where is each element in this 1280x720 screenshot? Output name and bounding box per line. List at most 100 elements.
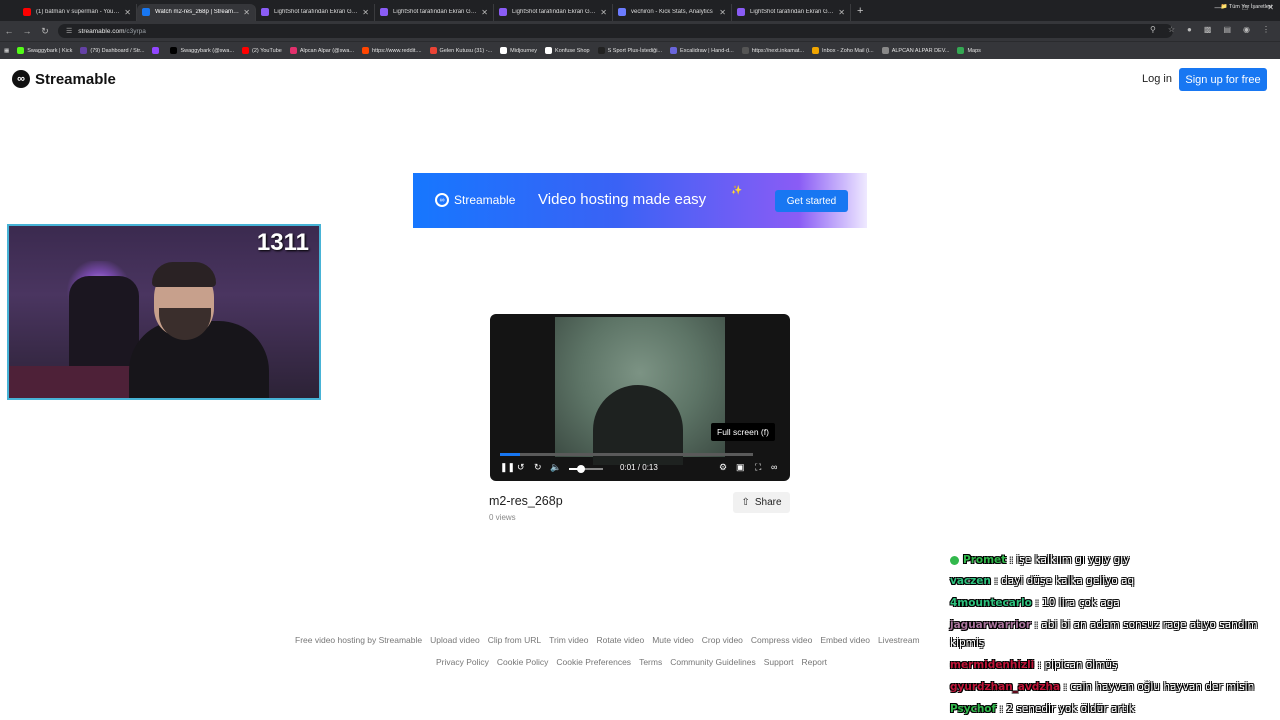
address-bar-actions: ⚲ ☆ ● ▩ ▤ ◉ ⋮ [1150, 25, 1270, 34]
tab-close-icon[interactable]: ✕ [481, 8, 488, 17]
browser-tab[interactable]: (1) batman v superman - YouTube ✕ [18, 3, 137, 21]
footer-link[interactable]: Terms [639, 657, 662, 667]
share-icon: ⇧ [741, 497, 750, 508]
pause-icon[interactable]: ❚❚ [500, 462, 515, 473]
browser-tab[interactable]: Watch m2-res_268p | Streamable ✕ [137, 3, 256, 21]
bookmark-item[interactable]: Alpcan Alpar (@swa... [289, 47, 354, 54]
bookmark-item[interactable] [152, 47, 162, 54]
get-started-button[interactable]: Get started [775, 190, 848, 212]
progress-bar[interactable] [500, 453, 753, 456]
footer-link[interactable]: Livestream [878, 635, 920, 645]
chat-text: : cain hayvan oğlu hayvan der misin [1063, 681, 1255, 693]
bookmark-star-icon[interactable]: ☆ [1168, 25, 1175, 34]
url-field[interactable]: ☰ streamable.com/c3yrpa [58, 24, 1173, 38]
browser-tab[interactable]: LightShot tarafından Ekran Görüntüsü ✕ [494, 3, 613, 21]
settings-icon[interactable]: ⚙ [719, 462, 727, 473]
bookmark-item[interactable]: S Sport Plus-İstediği... [597, 47, 662, 54]
footer-link[interactable]: Report [802, 657, 828, 667]
bookmark-label: Midjourney [510, 47, 538, 54]
footer-link[interactable]: Upload video [430, 635, 480, 645]
tab-close-icon[interactable]: ✕ [600, 8, 607, 17]
signup-button[interactable]: Sign up for free [1179, 68, 1267, 91]
tab-close-icon[interactable]: ✕ [719, 8, 726, 17]
profile-avatar-icon[interactable]: ◉ [1243, 25, 1250, 34]
apps-grid-icon[interactable]: ▦ [4, 48, 9, 54]
footer-link[interactable]: Cookie Preferences [556, 657, 631, 667]
new-tab-icon[interactable]: + [857, 5, 863, 17]
footer-link[interactable]: Rotate video [596, 635, 644, 645]
login-link[interactable]: Log in [1142, 73, 1172, 85]
bookmark-item[interactable]: Excalidraw | Hand-d... [670, 47, 734, 54]
video-frame[interactable] [555, 317, 725, 465]
footer-link[interactable]: Free video hosting by Streamable [295, 635, 422, 645]
extension-icon[interactable]: ● [1187, 25, 1192, 34]
footer-link[interactable]: Cookie Policy [497, 657, 549, 667]
tab-favicon-icon [618, 8, 626, 16]
bookmark-favicon-icon [881, 47, 889, 54]
footer-link[interactable]: Community Guidelines [670, 657, 756, 667]
bookmark-label: ALPCAN ALPAR DEV... [891, 47, 950, 54]
bookmark-favicon-icon [670, 47, 678, 54]
footer-link[interactable]: Mute video [652, 635, 694, 645]
streamable-logo[interactable]: ∞ Streamable [12, 70, 116, 88]
all-bookmarks-label: Tüm Yer İşaretleri [1228, 4, 1272, 10]
volume-icon[interactable]: 🔈 [550, 462, 561, 473]
bookmark-item[interactable]: Inbox - Zoho Mail (i... [812, 47, 874, 54]
footer-link[interactable]: Crop video [702, 635, 743, 645]
tab-close-icon[interactable]: ✕ [243, 8, 250, 17]
bookmark-favicon-icon [597, 47, 605, 54]
footer-link[interactable]: Clip from URL [488, 635, 541, 645]
chat-badge-icon [950, 555, 959, 565]
share-button[interactable]: ⇧ Share [733, 492, 790, 513]
browser-tab[interactable]: LightShot tarafından Ekran Görüntüsü ✕ [375, 3, 494, 21]
footer-link[interactable]: Trim video [549, 635, 588, 645]
site-info-icon[interactable]: ☰ [66, 27, 72, 35]
all-bookmarks[interactable]: 📁 Tüm Yer İşaretleri [1221, 4, 1272, 10]
bookmark-item[interactable]: Gelen Kutusu (31) -... [429, 47, 492, 54]
tab-close-icon[interactable]: ✕ [838, 8, 845, 17]
forward-icon[interactable]: → [18, 26, 36, 36]
bookmark-item[interactable]: Swaggybark (@swa... [170, 47, 234, 54]
streamable-player-logo-icon[interactable]: ∞ [771, 462, 777, 472]
back-icon[interactable]: ← [0, 26, 18, 36]
tab-search-icon[interactable]: ▤ [1223, 25, 1231, 34]
reload-icon[interactable]: ↻ [36, 26, 54, 37]
zoom-icon[interactable]: ⚲ [1150, 25, 1156, 34]
menu-icon[interactable]: ⋮ [1262, 25, 1270, 34]
bookmark-label: Inbox - Zoho Mail (i... [822, 47, 874, 54]
tab-title: LightShot tarafından Ekran Görüntüsü [393, 9, 477, 15]
bookmark-item[interactable]: Maps [957, 47, 981, 54]
footer-link[interactable]: Support [764, 657, 794, 667]
bookmark-item[interactable]: Konfuse Shop [545, 47, 590, 54]
volume-slider[interactable] [569, 465, 603, 473]
tab-close-icon[interactable]: ✕ [362, 8, 369, 17]
footer-link[interactable]: Privacy Policy [436, 657, 489, 667]
bookmark-item[interactable]: https://next.inkamat... [741, 47, 804, 54]
bookmark-item[interactable]: Midjourney [500, 47, 537, 54]
browser-tab[interactable]: vechiron - Kick Stats, Analytics ✕ [613, 3, 732, 21]
bookmark-item[interactable]: (79) Dashboard / Str... [80, 47, 144, 54]
bookmark-item[interactable]: Swaggybark | Kick [17, 47, 72, 54]
tab-close-icon[interactable]: ✕ [124, 8, 131, 17]
promo-banner[interactable]: ∞ Streamable Video hosting made easy ✨ G… [413, 173, 867, 228]
footer-link[interactable]: Compress video [751, 635, 812, 645]
chat-message: mermidenhizli : pipican ölmüş [950, 659, 1118, 671]
extensions-puzzle-icon[interactable]: ▩ [1204, 25, 1212, 34]
webcam-table [9, 366, 139, 398]
browser-tab[interactable]: LightShot tarafından Ekran Görüntüsü ✕ [256, 3, 375, 21]
logo-text: Streamable [35, 70, 116, 88]
bookmark-label: Swaggybark (@swa... [180, 47, 235, 54]
bookmark-item[interactable]: (2) YouTube [242, 47, 282, 54]
bookmark-item[interactable]: ALPCAN ALPAR DEV... [881, 47, 950, 54]
browser-tab[interactable]: LightShot tarafından Ekran Görüntüsü ✕ [732, 3, 851, 21]
video-player[interactable]: Full screen (f) ❚❚ ↺ ↻ 🔈 0:01 / 0:13 ⚙ ▣… [490, 314, 790, 481]
rewind-icon[interactable]: ↺ [517, 462, 525, 473]
picture-in-picture-icon[interactable]: ▣ [736, 462, 745, 473]
volume-knob[interactable] [576, 465, 585, 473]
bookmark-item[interactable]: https://www.reddit.... [362, 47, 422, 54]
footer-link[interactable]: Embed video [820, 635, 870, 645]
tab-favicon-icon [499, 8, 507, 16]
fullscreen-icon[interactable]: ⛶ [755, 462, 761, 473]
forward-skip-icon[interactable]: ↻ [534, 462, 542, 473]
address-bar-row: ← → ↻ ☰ streamable.com/c3yrpa ⚲ ☆ ● ▩ ▤ … [0, 21, 1280, 41]
